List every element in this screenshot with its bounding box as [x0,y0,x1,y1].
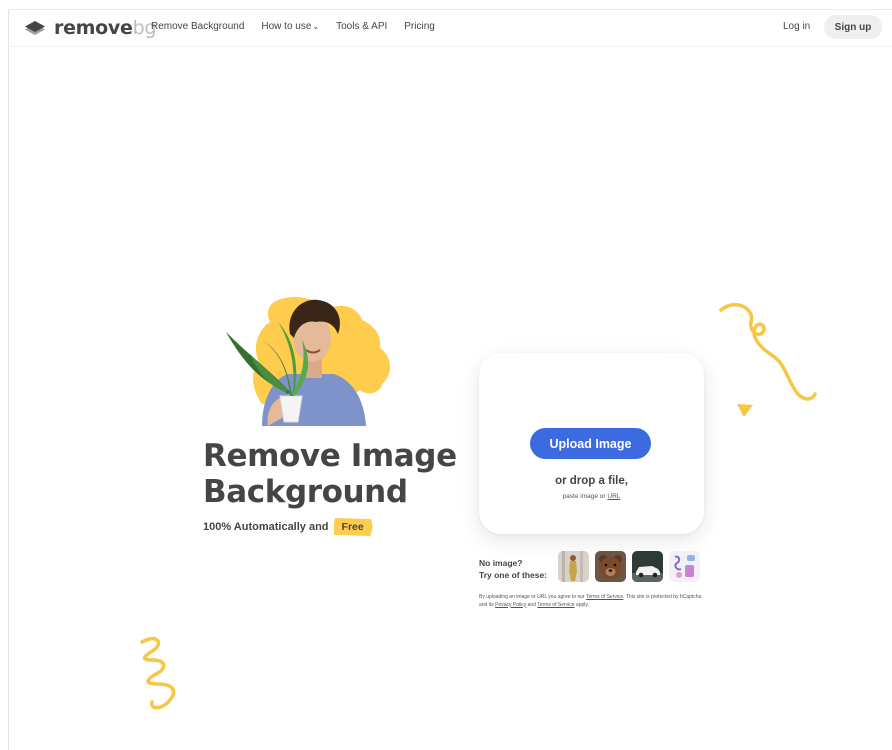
logo-text: removebg [54,17,156,39]
signup-button[interactable]: Sign up [824,15,882,39]
nav-how-to-use-label: How to use [261,21,312,32]
sample-prompt: No image? Try one of these: [479,557,547,581]
chevron-down-icon: ⌄ [312,22,320,31]
spiral-decoration-icon [140,637,176,710]
sample-thumbnails [558,551,700,582]
sample-thumb-woman[interactable] [558,551,589,582]
logo-main: remove [54,17,133,39]
sample-thumb-car[interactable] [632,551,663,582]
hero-title: Remove Image Background [203,438,473,510]
nav-how-to-use[interactable]: How to use⌄ [261,21,319,32]
hero-title-line1: Remove Image [203,438,457,474]
legal-part3: and [527,601,536,608]
hero-person-with-plant-image [226,296,391,426]
paste-prefix: paste image or [562,493,606,500]
bear-sample-image [595,551,626,582]
sample-prompt-line1: No image? [479,558,523,568]
site-header: removebg Remove Background How to use⌄ T… [8,10,892,47]
terms-of-service-link[interactable]: Terms of Service [586,594,623,600]
legal-part4: apply. [575,601,589,608]
hero-title-line2: Background [203,474,408,510]
nav-remove-background[interactable]: Remove Background [151,21,244,32]
nav-tools-api[interactable]: Tools & API [336,21,387,32]
sample-thumb-bear[interactable] [595,551,626,582]
free-badge: Free [333,518,373,536]
window-top-edge [0,0,892,9]
hero-subtitle: 100% Automatically and Free [203,518,373,536]
squiggle-decoration-icon [719,303,817,401]
url-link[interactable]: URL [607,493,620,500]
upload-image-button[interactable]: Upload Image [530,428,651,459]
triangle-decoration-icon [737,404,753,417]
sample-prompt-line2: Try one of these: [479,570,548,580]
drop-file-text: or drop a file, [555,475,628,487]
login-link[interactable]: Log in [783,21,810,32]
upload-card[interactable]: Upload Image or drop a file, paste image… [479,353,704,534]
gadgets-sample-image [669,551,700,582]
terms-of-service-link-2[interactable]: Terms of Service [537,602,574,608]
hero-subtitle-text: 100% Automatically and [203,521,329,533]
logo-link[interactable]: removebg [24,16,156,40]
nav-pricing[interactable]: Pricing [404,21,435,32]
legal-notice: By uploading an image or URL you agree t… [479,594,709,609]
sample-thumb-gadgets[interactable] [669,551,700,582]
car-sample-image [632,551,663,582]
paste-image-text: paste image or URL [479,493,704,500]
main-nav: Remove Background How to use⌄ Tools & AP… [151,21,435,32]
legal-part1: By uploading an image or URL you agree t… [479,594,585,600]
layers-logo-icon [25,21,45,35]
woman-sample-image [558,551,589,582]
privacy-policy-link[interactable]: Privacy Policy [495,602,526,608]
